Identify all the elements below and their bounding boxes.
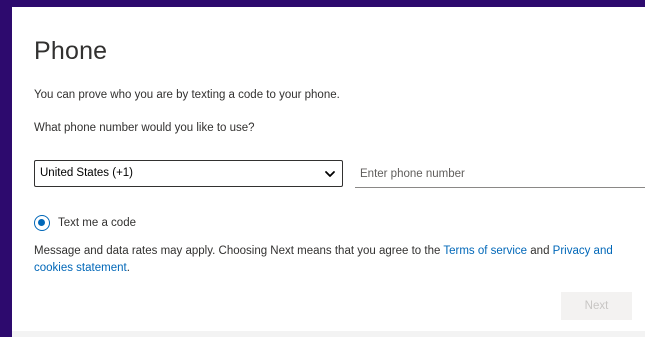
text-me-code-label[interactable]: Text me a code [58,217,136,229]
page-title: Phone [34,37,108,65]
phone-number-input[interactable] [355,160,645,188]
phone-question-text: What phone number would you like to use? [34,122,255,134]
radio-dot [38,219,45,226]
phone-verification-card: Phone You can prove who you are by texti… [12,7,645,337]
chevron-down-icon [325,171,335,177]
text-me-code-option[interactable]: Text me a code [34,214,136,232]
next-button[interactable]: Next [561,292,632,320]
radio-selected-icon[interactable] [34,215,50,231]
disclaimer-prefix: Message and data rates may apply. Choosi… [34,245,444,257]
card-footer-strip [12,331,645,337]
disclaimer-middle: and [527,245,553,257]
country-code-value: United States (+1) [40,167,134,179]
description-text: You can prove who you are by texting a c… [34,89,340,101]
disclaimer-text: Message and data rates may apply. Choosi… [34,243,639,277]
country-code-select[interactable]: United States (+1) [34,160,343,187]
terms-of-service-link[interactable]: Terms of service [443,245,527,257]
disclaimer-suffix: . [126,262,130,274]
